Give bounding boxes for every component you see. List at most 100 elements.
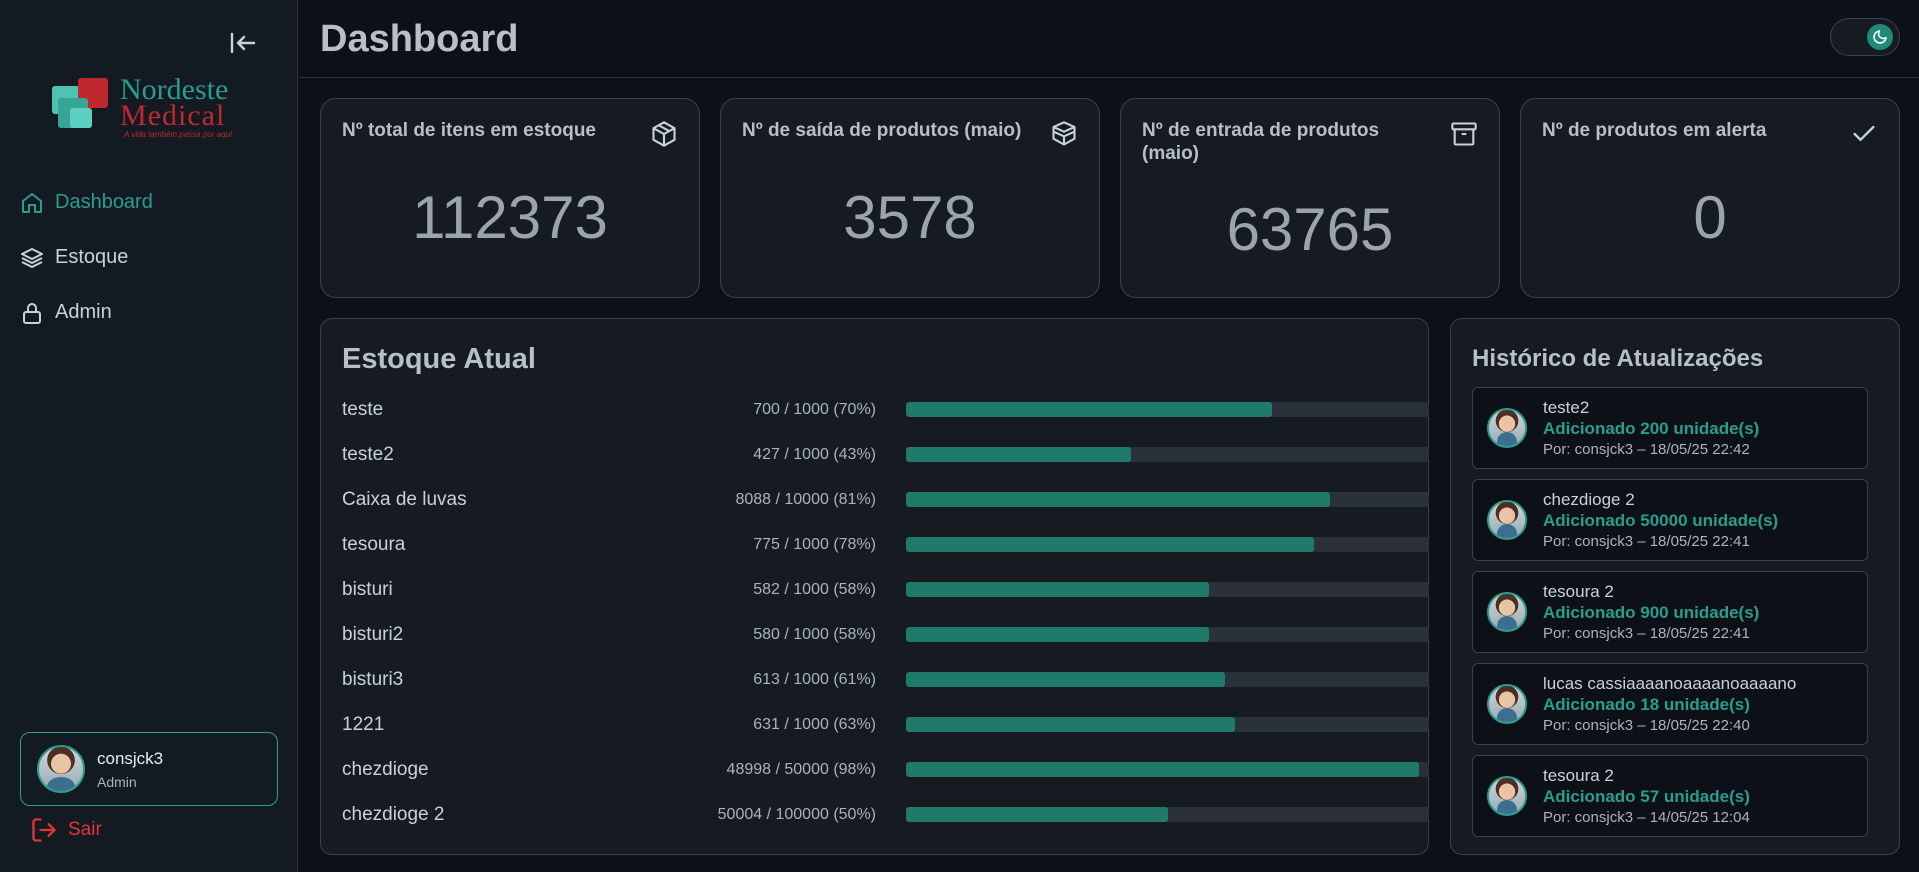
avatar (1487, 408, 1527, 448)
stock-progress-fill (906, 627, 1210, 642)
stat-card-alerta: Nº de produtos em alerta 0 (1520, 98, 1900, 298)
history-action: Adicionado 200 unidade(s) (1543, 419, 1760, 438)
stock-progress-fill (906, 447, 1131, 462)
stat-label: Nº de saída de produtos (maio) (742, 120, 1022, 141)
user-name: consjck3 (97, 748, 164, 768)
list-item: bisturi 582 / 1000 (58%) (342, 567, 1429, 612)
product-stock: 427 / 1000 (43%) (753, 445, 876, 463)
stock-progress-fill (906, 492, 1330, 507)
history-author: Por: consjck3 – 18/05/25 22:40 (1543, 717, 1750, 734)
estoque-panel: Estoque Atual teste 700 / 1000 (70%) test… (320, 318, 1429, 855)
product-stock: 775 / 1000 (78%) (753, 535, 876, 553)
list-item: Caixa de luvas 8088 / 10000 (81%) (342, 477, 1429, 522)
list-item: teste 700 / 1000 (70%) (342, 387, 1429, 432)
list-item: chezdioge 48998 / 50000 (98%) (342, 747, 1429, 792)
avatar (37, 745, 85, 793)
sidebar-item-estoque[interactable]: Estoque (18, 230, 280, 285)
product-stock: 700 / 1000 (70%) (753, 400, 876, 418)
stock-progress-bar (906, 582, 1429, 597)
stat-value: 63765 (1226, 196, 1394, 263)
product-stock: 580 / 1000 (58%) (753, 625, 876, 643)
stock-progress-bar (906, 537, 1429, 552)
sidebar-item-dashboard[interactable]: Dashboard (18, 175, 280, 230)
product-name: 1221 (342, 713, 385, 735)
historico-panel[interactable]: Histórico de Atualizações teste2 Adicion… (1450, 318, 1900, 855)
historico-title: Histórico de Atualizações (1472, 345, 1764, 372)
history-product: tesoura 2 (1543, 582, 1614, 601)
logout-icon (32, 818, 56, 842)
history-product: teste2 (1543, 398, 1590, 417)
product-stock: 613 / 1000 (61%) (753, 670, 876, 688)
history-entry: tesoura 2 Adicionado 900 unidade(s) Por:… (1472, 571, 1868, 653)
history-author: Por: consjck3 – 18/05/25 22:41 (1543, 625, 1750, 642)
sidebar-item-label: Admin (55, 301, 112, 323)
historico-list: teste2 Adicionado 200 unidade(s) Por: co… (1472, 387, 1868, 847)
estoque-list: teste 700 / 1000 (70%) teste2 427 / 1000 (… (342, 387, 1429, 837)
product-stock: 50004 / 100000 (50%) (717, 805, 876, 823)
history-entry: teste2 Adicionado 200 unidade(s) Por: co… (1472, 387, 1868, 469)
stock-progress-bar (906, 672, 1429, 687)
product-name: chezdioge (342, 758, 429, 780)
list-item: 1221 631 / 1000 (63%) (342, 702, 1429, 747)
stock-progress-bar (906, 447, 1429, 462)
check-icon (1849, 119, 1879, 149)
stat-card-entrada: Nº de entrada de produtos (maio) 63765 (1120, 98, 1500, 298)
stat-label: Nº total de itens em estoque (342, 120, 596, 141)
product-stock: 631 / 1000 (63%) (753, 715, 876, 733)
history-action: Adicionado 57 unidade(s) (1543, 787, 1750, 806)
product-name: teste (342, 398, 384, 420)
history-author: Por: consjck3 – 18/05/25 22:42 (1543, 441, 1750, 458)
history-product: tesoura 2 (1543, 766, 1614, 785)
product-stock: 582 / 1000 (58%) (753, 580, 876, 598)
history-entry: lucas cassiaaaanoaaaanoaaaano Adicionado… (1472, 663, 1868, 745)
list-item: chezdioge 2 50004 / 100000 (50%) (342, 792, 1429, 837)
sidebar: Nordeste Medical A vida também passa por… (0, 0, 298, 872)
history-action: Adicionado 18 unidade(s) (1543, 695, 1750, 714)
collapse-left-icon (230, 32, 256, 54)
estoque-title: Estoque Atual (342, 343, 536, 375)
sidebar-item-label: Dashboard (55, 191, 153, 213)
stock-progress-bar (906, 762, 1429, 777)
archive-icon (1449, 119, 1479, 149)
product-name: bisturi (342, 578, 393, 600)
product-stock: 8088 / 10000 (81%) (735, 490, 876, 508)
history-action: Adicionado 50000 unidade(s) (1543, 511, 1779, 530)
product-name: bisturi2 (342, 623, 404, 645)
stock-progress-bar (906, 717, 1429, 732)
stock-progress-fill (906, 582, 1210, 597)
product-name: teste2 (342, 443, 394, 465)
theme-toggle[interactable] (1830, 18, 1900, 56)
stock-progress-fill (906, 537, 1314, 552)
sidebar-item-admin[interactable]: Admin (18, 285, 280, 340)
stat-card-total-itens: Nº total de itens em estoque 112373 (320, 98, 700, 298)
stat-value: 112373 (412, 184, 608, 251)
avatar (1487, 592, 1527, 632)
package-icon (649, 119, 679, 149)
history-entry: chezdioge 2 Adicionado 50000 unidade(s) … (1472, 479, 1868, 561)
stock-progress-bar (906, 627, 1429, 642)
user-card[interactable]: consjck3 Admin (20, 732, 278, 806)
header: Dashboard (299, 0, 1919, 78)
collapse-sidebar-button[interactable] (226, 26, 260, 60)
home-icon (18, 189, 46, 217)
logout-button[interactable]: Sair (30, 816, 102, 844)
moon-icon (1873, 30, 1887, 44)
sidebar-nav: Dashboard Estoque Admin (18, 175, 280, 340)
history-product: lucas cassiaaaanoaaaanoaaaano (1543, 674, 1797, 693)
stat-card-saida: Nº de saída de produtos (maio) 3578 (720, 98, 1100, 298)
stock-progress-bar (906, 807, 1429, 822)
logo: Nordeste Medical A vida também passa por… (52, 75, 252, 142)
stat-value: 0 (1693, 184, 1727, 251)
stat-label: Nº de produtos em alerta (1542, 120, 1767, 141)
stat-value: 3578 (843, 184, 977, 251)
layers-icon (18, 244, 46, 272)
logo-name-line2: Medical (120, 99, 226, 132)
list-item: bisturi2 580 / 1000 (58%) (342, 612, 1429, 657)
stock-progress-fill (906, 717, 1236, 732)
boxes-icon (1049, 119, 1079, 149)
page-title: Dashboard (320, 18, 519, 60)
product-name: chezdioge 2 (342, 803, 445, 825)
history-author: Por: consjck3 – 18/05/25 22:41 (1543, 533, 1750, 550)
stock-progress-fill (906, 807, 1168, 822)
avatar (1487, 776, 1527, 816)
